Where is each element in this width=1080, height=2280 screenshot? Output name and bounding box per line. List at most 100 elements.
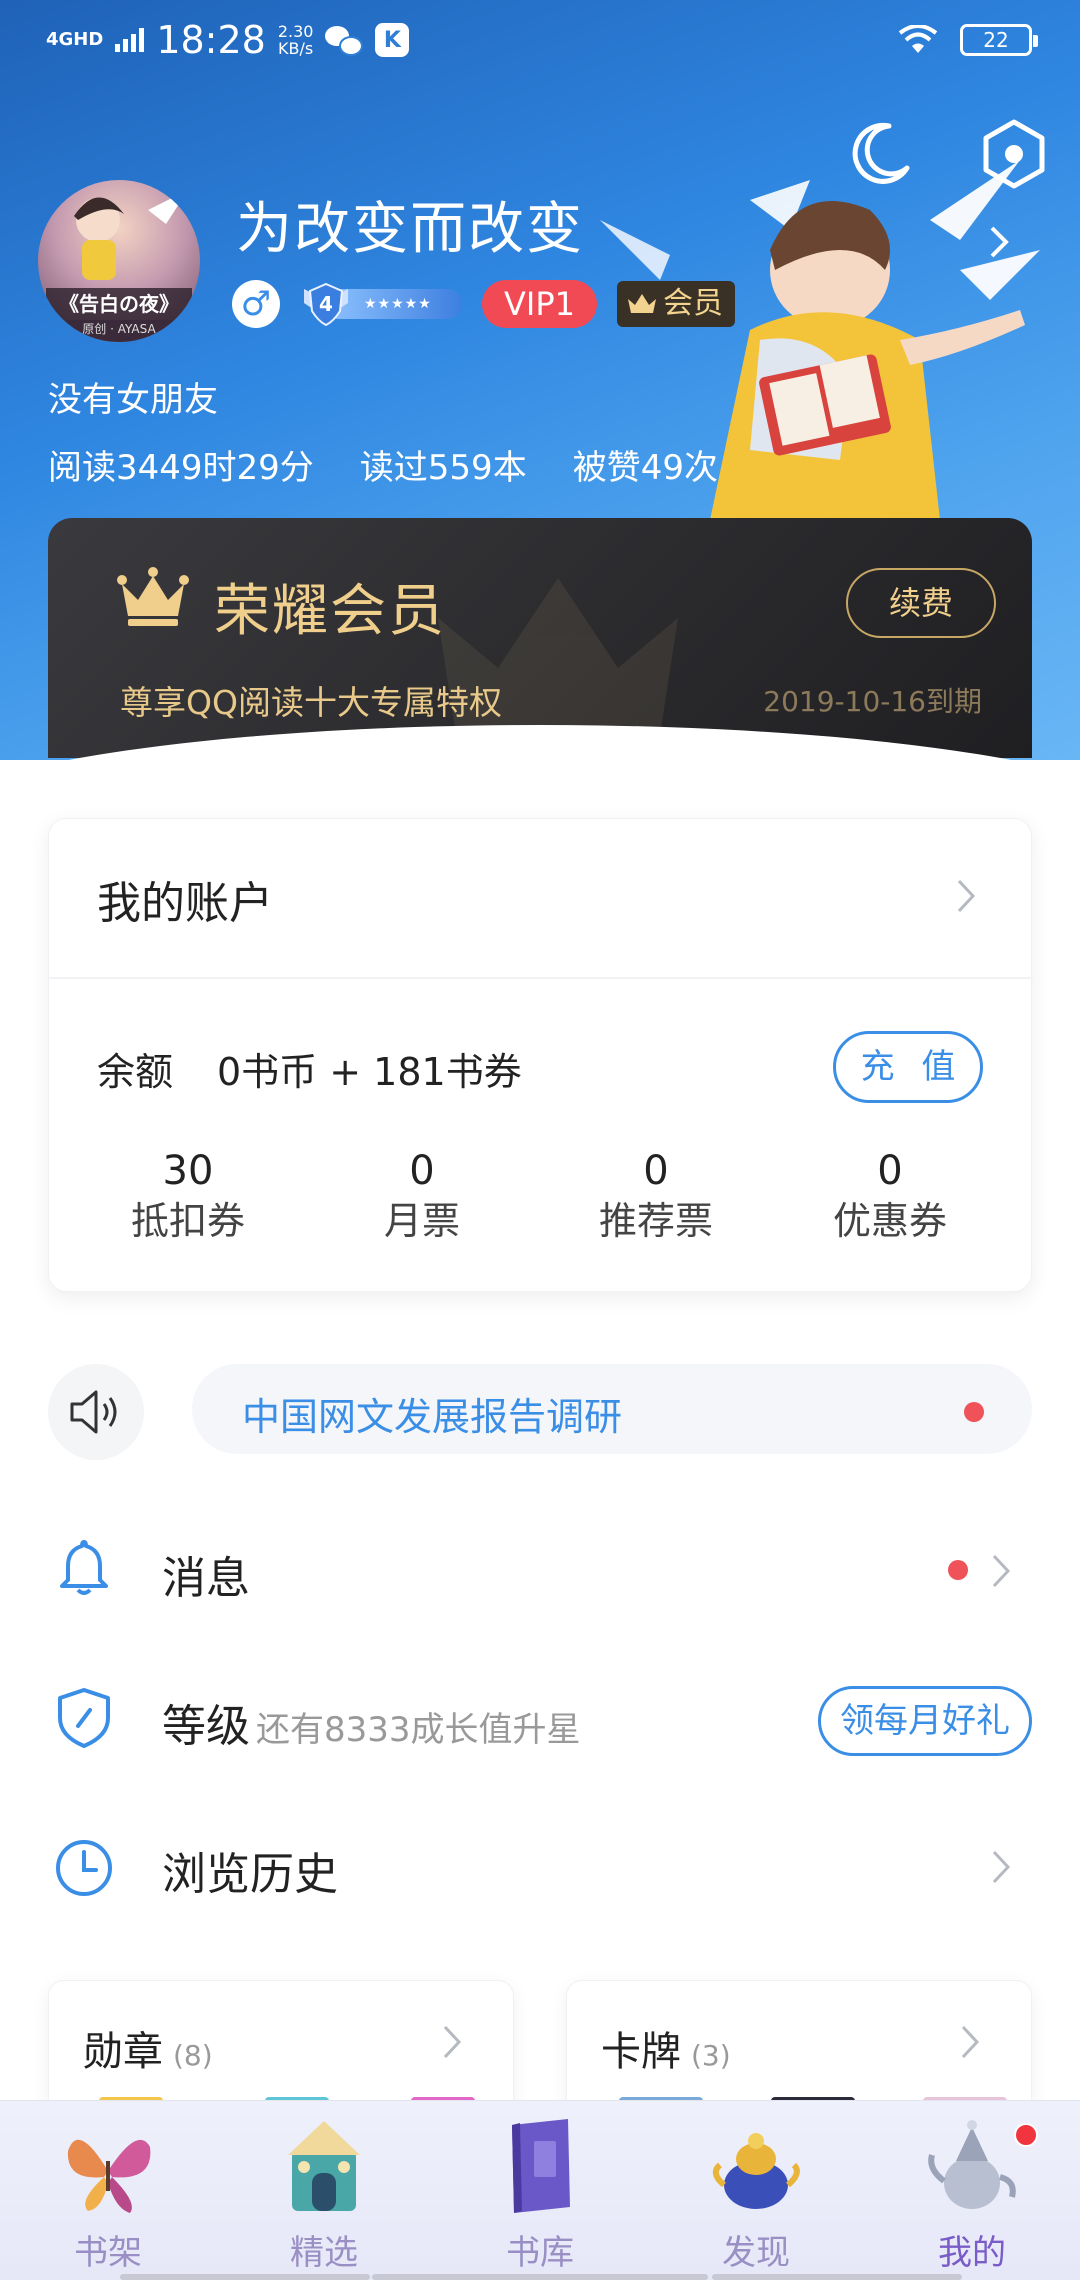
announcement-text: 中国网文发展报告调研 xyxy=(242,1395,623,1439)
profile-badges: ♂ ★★★★★ 4 VIP1 会员 xyxy=(232,280,735,328)
balance-value: 0书币 + 181书券 xyxy=(217,1050,522,1094)
chevron-right-icon xyxy=(992,1554,1011,1588)
messages-label: 消息 xyxy=(162,1553,250,1604)
reading-time-stat[interactable]: 阅读3449时29分 xyxy=(48,440,314,489)
signal-icon xyxy=(115,28,145,52)
profile-header: 4GHD 18:28 2.30 KB/s K 22 《告白の夜》 原创 · AY… xyxy=(0,0,1080,925)
tab-featured[interactable]: 精选 xyxy=(216,2101,432,2280)
night-mode-icon[interactable] xyxy=(845,118,915,188)
ticket-deduction[interactable]: 30 抵扣券 xyxy=(71,1147,305,1247)
level-badge[interactable]: ★★★★★ 4 xyxy=(300,281,462,327)
wifi-icon xyxy=(898,25,938,53)
medals-label: 勋章 xyxy=(83,2029,163,2075)
male-gender-icon: ♂ xyxy=(232,280,280,328)
ticket-label: 优惠券 xyxy=(832,1199,947,1243)
bottom-tab-bar: 书架 精选 书库 发现 我的 xyxy=(0,2100,1080,2280)
tab-label: 发现 xyxy=(722,2233,790,2273)
balance-label: 余额 xyxy=(97,1050,174,1094)
network-speed: 2.30 KB/s xyxy=(278,23,314,57)
butterfly-icon xyxy=(67,2139,151,2213)
divider xyxy=(49,977,1033,979)
vip-membership-card[interactable]: 荣耀会员 续费 尊享QQ阅读十大专属特权 2019-10-16到期 xyxy=(48,518,1032,758)
avatar[interactable]: 《告白の夜》 原创 · AYASA xyxy=(38,180,200,342)
renew-button[interactable]: 续费 xyxy=(846,568,996,638)
ticket-coupon[interactable]: 0 优惠券 xyxy=(773,1147,1007,1247)
wechat-icon xyxy=(325,24,364,56)
nav-indicator xyxy=(120,2274,370,2280)
member-badge[interactable]: 会员 xyxy=(616,281,735,327)
member-badge-label: 会员 xyxy=(662,286,723,321)
vip-level-badge[interactable]: VIP1 xyxy=(482,280,597,328)
cards-label: 卡牌 xyxy=(601,2029,681,2075)
speaker-icon xyxy=(70,1390,117,1434)
username: 为改变而改变 xyxy=(236,197,584,262)
tab-mine[interactable]: 我的 xyxy=(864,2101,1080,2280)
ticket-value: 0 xyxy=(643,1148,669,1194)
level-progress-hint: 还有8333成长值升星 xyxy=(256,1710,581,1750)
notification-dot xyxy=(1014,2123,1038,2147)
reading-stats: 阅读3449时29分 读过559本 被赞49次 xyxy=(48,440,718,489)
tab-label: 精选 xyxy=(290,2233,358,2273)
vip-crown-icon xyxy=(117,567,189,626)
network-type: 4GHD xyxy=(46,29,104,50)
clock: 18:28 xyxy=(156,18,266,62)
app-notification-icon: K xyxy=(375,23,410,57)
teapot-icon xyxy=(928,2120,1016,2209)
level-shield-icon: 4 xyxy=(304,282,348,327)
cards-title: 卡牌 (3) xyxy=(601,2019,731,2077)
announcement-speaker[interactable] xyxy=(48,1364,144,1460)
chevron-right-icon xyxy=(443,2025,462,2059)
ticket-label: 推荐票 xyxy=(598,1199,713,1243)
nav-indicator xyxy=(372,2274,708,2280)
medals-count: (8) xyxy=(173,2039,213,2072)
unread-dot xyxy=(948,1560,968,1580)
medals-title: 勋章 (8) xyxy=(83,2019,213,2077)
ticket-value: 30 xyxy=(162,1148,214,1194)
crown-icon xyxy=(627,294,656,313)
ticket-label: 抵扣券 xyxy=(130,1199,245,1243)
speed-unit: KB/s xyxy=(278,39,314,58)
chevron-right-icon[interactable] xyxy=(955,877,977,915)
settings-icon[interactable] xyxy=(978,118,1050,190)
tab-library[interactable]: 书库 xyxy=(432,2101,648,2280)
tab-discover[interactable]: 发现 xyxy=(648,2101,864,2280)
level-row-label: 等级 还有8333成长值升星 xyxy=(162,1690,581,1754)
tab-label: 我的 xyxy=(938,2233,1006,2273)
my-account-title[interactable]: 我的账户 xyxy=(97,867,273,931)
account-card: 我的账户 余额 0书币 + 181书券 充 值 30 抵扣券 0 月票 0 推荐… xyxy=(48,818,1033,1292)
avatar-art xyxy=(74,190,188,280)
recharge-button[interactable]: 充 值 xyxy=(833,1031,983,1103)
cards-count: (3) xyxy=(691,2039,731,2072)
ticket-list: 30 抵扣券 0 月票 0 推荐票 0 优惠券 xyxy=(49,1147,1033,1247)
avatar-caption: 《告白の夜》 xyxy=(46,288,192,320)
profile-page: 4GHD 18:28 2.30 KB/s K 22 《告白の夜》 原创 · AY… xyxy=(0,0,1080,2280)
book-icon xyxy=(512,2119,570,2213)
ticket-monthly[interactable]: 0 月票 xyxy=(305,1147,539,1247)
books-read-stat[interactable]: 读过559本 xyxy=(360,440,527,489)
ticket-recommend[interactable]: 0 推荐票 xyxy=(539,1147,773,1247)
clock-icon xyxy=(56,1840,112,1896)
castle-icon xyxy=(288,2121,360,2211)
user-signature: 没有女朋友 xyxy=(48,380,218,420)
level-label: 等级 xyxy=(162,1701,250,1752)
avatar-subcaption: 原创 · AYASA xyxy=(38,320,200,342)
tab-label: 书架 xyxy=(74,2233,142,2273)
chevron-right-icon xyxy=(961,2025,980,2059)
ticket-value: 0 xyxy=(409,1148,435,1194)
level-number: 4 xyxy=(319,292,333,316)
vip-expiry-date: 2019-10-16到期 xyxy=(763,685,982,718)
vip-card-description: 尊享QQ阅读十大专属特权 xyxy=(120,683,502,722)
monthly-gift-button[interactable]: 领每月好礼 xyxy=(818,1686,1032,1756)
announcement-banner[interactable]: 中国网文发展报告调研 xyxy=(192,1364,1032,1454)
profile-detail-chevron-icon[interactable] xyxy=(984,222,1014,262)
history-label: 浏览历史 xyxy=(162,1849,338,1900)
likes-stat[interactable]: 被赞49次 xyxy=(573,440,718,489)
magic-lamp-icon xyxy=(712,2133,800,2209)
tab-bookshelf[interactable]: 书架 xyxy=(0,2101,216,2280)
shield-icon xyxy=(58,1688,110,1748)
ticket-value: 0 xyxy=(877,1148,903,1194)
bell-icon xyxy=(60,1540,108,1595)
battery-icon: 22 xyxy=(960,24,1038,56)
ticket-label: 月票 xyxy=(383,1199,460,1243)
vip-card-title: 荣耀会员 xyxy=(214,579,446,644)
